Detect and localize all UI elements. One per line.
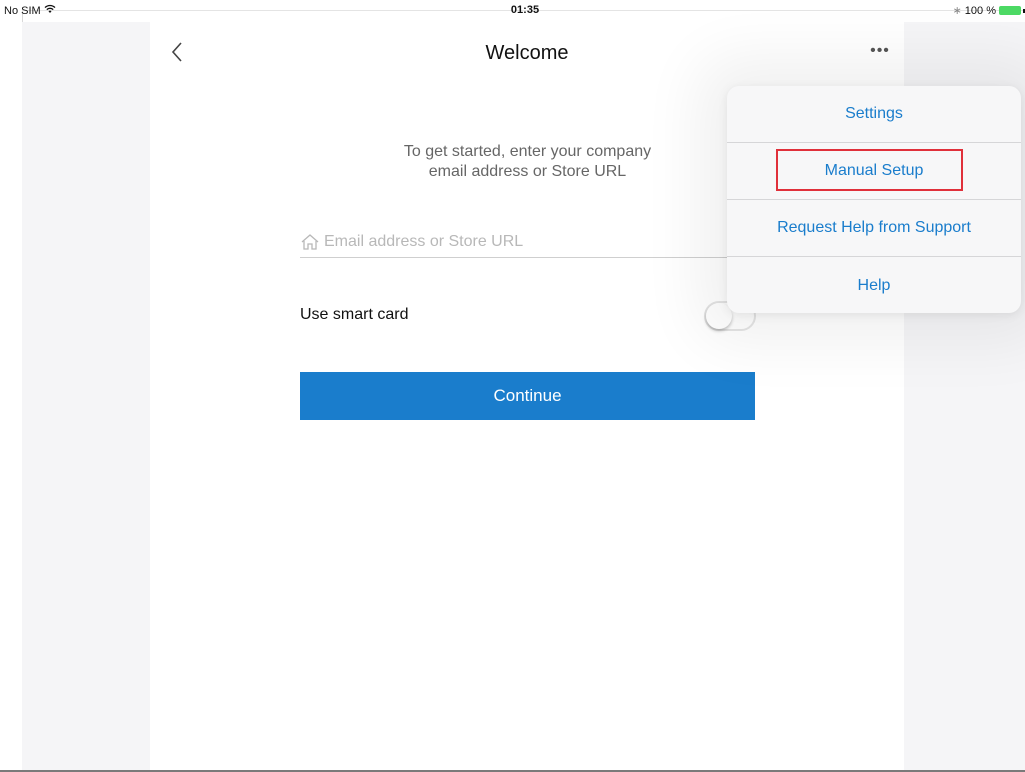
ellipsis-icon[interactable]: ••• <box>864 42 896 62</box>
menu-item-request-help[interactable]: Request Help from Support <box>727 200 1021 257</box>
menu-item-manual-setup[interactable]: Manual Setup <box>727 143 1021 200</box>
battery-icon <box>999 6 1021 15</box>
bluetooth-icon: ∗ <box>952 5 962 17</box>
email-input[interactable] <box>324 232 744 251</box>
menu-item-label: Settings <box>845 105 903 122</box>
intro-line-1: To get started, enter your company <box>403 143 652 160</box>
menu-item-help[interactable]: Help <box>727 257 1021 313</box>
page-title: Welcome <box>485 42 569 64</box>
battery-percent: 100 % <box>964 4 996 17</box>
continue-button[interactable]: Continue <box>300 372 755 420</box>
home-icon <box>301 233 319 250</box>
more-menu: Settings Manual Setup Request Help from … <box>727 86 1021 313</box>
intro-line-2: email address or Store URL <box>428 163 627 180</box>
menu-item-settings[interactable]: Settings <box>727 86 1021 143</box>
menu-item-label: Request Help from Support <box>777 219 971 236</box>
smart-card-label: Use smart card <box>300 306 409 323</box>
status-right: ∗ 100 % <box>953 4 1025 17</box>
status-bar: No SIM 01:35 ∗ 100 % <box>0 0 1025 22</box>
menu-item-label: Help <box>857 276 891 294</box>
highlight-box <box>776 149 963 191</box>
left-side-panel <box>22 22 150 770</box>
status-time: 01:35 <box>510 4 540 16</box>
email-field-row <box>300 226 755 258</box>
intro-text: To get started, enter your company email… <box>300 142 755 182</box>
